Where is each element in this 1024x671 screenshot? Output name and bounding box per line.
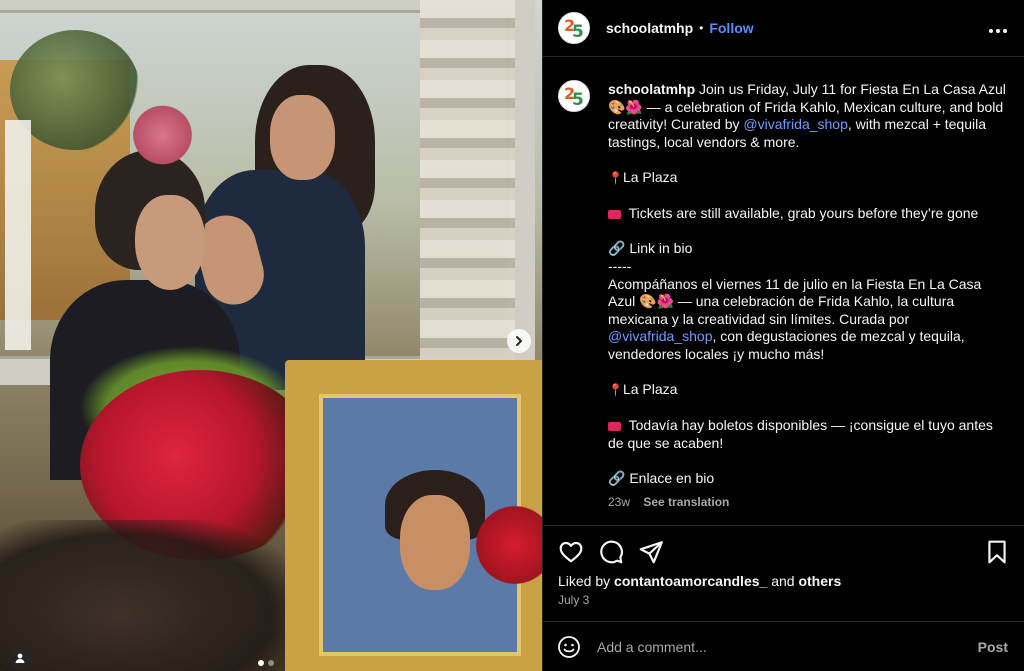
action-bar [543, 525, 1024, 569]
post-side-panel: 2 5 schoolatmhp • Follow 2 5 schoolatmhp… [542, 0, 1024, 671]
likes-others[interactable]: others [798, 573, 841, 589]
location-text: La Plaza [622, 168, 678, 185]
post-image [0, 0, 542, 671]
divider-line: ----- [608, 257, 632, 274]
header-separator: • [699, 21, 704, 35]
mention-link[interactable]: @vivafrida_shop [743, 116, 848, 132]
share-icon[interactable] [638, 539, 664, 565]
emoji-icon[interactable] [557, 635, 581, 659]
chevron-right-icon [516, 336, 522, 346]
location-line: 📍La Plaza [608, 169, 1008, 188]
see-translation-button[interactable]: See translation [643, 495, 729, 509]
caption-text: schoolatmhp Join us Friday, July 11 for … [608, 81, 1008, 511]
liked-by-user[interactable]: contantoamorcandles_ [614, 573, 767, 589]
comments-section: 2 5 schoolatmhp Join us Friday, July 11 … [543, 57, 1024, 525]
carousel-dot [268, 660, 274, 666]
more-options-button[interactable] [988, 18, 1008, 39]
caption-meta: 23w See translation [608, 494, 1008, 512]
header-username[interactable]: schoolatmhp [606, 20, 693, 36]
comment-input[interactable] [597, 638, 978, 655]
tickets-text: Todavía hay boletos disponibles — ¡consi… [608, 417, 993, 451]
caption-paragraph-es: Acompáñanos el viernes 11 de julio en la… [608, 276, 1008, 364]
caption: 2 5 schoolatmhp Join us Friday, July 11 … [558, 80, 1008, 511]
pin-icon: 📍 [608, 383, 623, 398]
tickets-line: Tickets are still available, grab yours … [608, 205, 1008, 223]
user-tag-icon [15, 653, 25, 663]
post-date: July 3 [558, 593, 590, 607]
next-image-button[interactable] [507, 329, 531, 353]
avatar-logo-5: 5 [572, 90, 584, 110]
likes-prefix: Liked by [558, 573, 611, 589]
more-icon [989, 28, 1007, 33]
follow-button[interactable]: Follow [709, 20, 753, 36]
carousel-dot [258, 660, 264, 666]
tickets-text: Tickets are still available, grab yours … [628, 205, 979, 222]
mention-link[interactable]: @vivafrida_shop [608, 328, 713, 344]
photo-portrait-face [400, 495, 470, 590]
photo-flower-crown [125, 105, 200, 165]
avatar-logo-5: 5 [572, 22, 584, 42]
link-line: 🔗 Enlace en bio [608, 470, 715, 487]
avatar[interactable]: 2 5 [558, 80, 590, 112]
post-viewer: 2 5 schoolatmhp • Follow 2 5 schoolatmhp… [0, 0, 1024, 671]
photo-mirror-frame-side [420, 0, 515, 390]
carousel-indicator [258, 660, 274, 666]
ticket-icon [608, 422, 621, 432]
photo-foreground-blur [0, 520, 300, 671]
tagged-users-button[interactable] [8, 646, 32, 670]
location-text: La Plaza [622, 381, 678, 398]
comment-icon[interactable] [598, 539, 624, 565]
caption-paragraph-en: schoolatmhp Join us Friday, July 11 for … [608, 81, 1008, 151]
bookmark-icon[interactable] [984, 539, 1010, 565]
location-line: 📍La Plaza [608, 381, 1008, 400]
comment-composer: Post [543, 621, 1024, 671]
post-age: 23w [608, 494, 631, 509]
likes-middle: and [771, 573, 795, 589]
heart-icon[interactable] [558, 539, 584, 565]
pin-icon: 📍 [608, 170, 623, 185]
likes-line: Liked by contantoamorcandles_ and others [543, 569, 1024, 589]
post-header: 2 5 schoolatmhp • Follow [543, 0, 1024, 57]
caption-es-intro: Acompáñanos el viernes 11 de julio en la… [608, 275, 982, 327]
ticket-icon [608, 210, 621, 220]
caption-username[interactable]: schoolatmhp [608, 81, 695, 97]
photo-makeup-artist-face [270, 95, 335, 180]
avatar[interactable]: 2 5 [558, 12, 590, 44]
link-line: 🔗 Link in bio [608, 240, 693, 257]
post-comment-button[interactable]: Post [978, 639, 1008, 655]
photo-model-face [135, 195, 205, 290]
tickets-line: Todavía hay boletos disponibles — ¡consi… [608, 417, 1008, 452]
